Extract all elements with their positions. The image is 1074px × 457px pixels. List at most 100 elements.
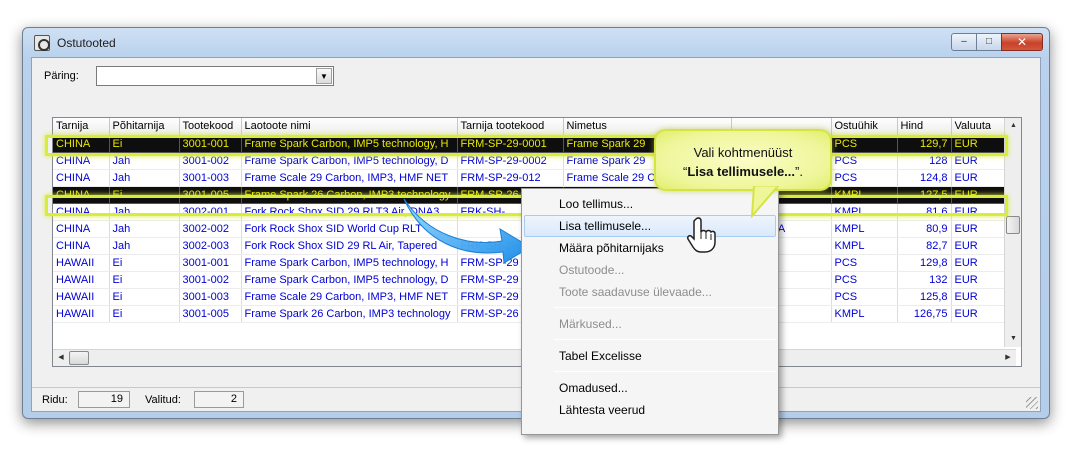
query-combo[interactable]: ▼ — [96, 66, 334, 86]
table-cell: FRM-SP-29-012 — [457, 169, 564, 187]
table-cell: Jah — [109, 152, 180, 170]
table-cell: EUR — [951, 220, 1007, 238]
menu-item[interactable]: Lisa tellimusele... — [524, 215, 776, 237]
table-cell: 125,8 — [897, 288, 952, 306]
table-cell: Ei — [109, 254, 180, 272]
table-cell: 82,7 — [897, 237, 952, 255]
table-cell: HAWAII — [53, 288, 110, 306]
menu-item[interactable]: Lähtesta veerud — [524, 399, 776, 421]
column-header[interactable]: Põhitarnija — [109, 118, 180, 136]
rows-count: 19 — [78, 391, 130, 408]
menu-item[interactable]: Ostutoode... — [524, 259, 776, 281]
table-cell: Ei — [109, 271, 180, 289]
scroll-up-icon[interactable]: ▲ — [1005, 118, 1021, 134]
selected-count: 2 — [194, 391, 244, 408]
table-cell: 129,8 — [897, 254, 952, 272]
table-cell: Jah — [109, 203, 180, 221]
table-cell: Ei — [109, 186, 180, 204]
table-cell: Frame Scale 29 Carbon, IMP3, HMF NET — [241, 169, 458, 187]
table-row[interactable]: CHINA Ei 3001-001 Frame Spark Carbon, IMP5 … — [53, 135, 1007, 153]
menu-item[interactable]: Toote saadavuse ülevaade... — [524, 281, 776, 303]
table-cell: Frame Spark Carbon, IMP5 technology, D — [241, 271, 458, 289]
selected-label: Valitud: — [145, 394, 181, 406]
column-header[interactable]: Tarnija tootekood — [457, 118, 564, 136]
table-cell: 128 — [897, 152, 952, 170]
table-cell: 3001-001 — [179, 254, 242, 272]
hand-pointer-icon — [687, 217, 716, 253]
table-cell: Frame Scale 29 Carbon, IMP3, HMF NET — [241, 288, 458, 306]
table-cell: EUR — [951, 203, 1007, 221]
vertical-scroll-thumb[interactable] — [1006, 216, 1020, 234]
table-cell: CHINA — [53, 152, 110, 170]
table-cell: CHINA — [53, 203, 110, 221]
table-cell: PCS — [831, 135, 898, 153]
column-header[interactable]: Tarnija — [53, 118, 110, 136]
table-cell: HAWAII — [53, 271, 110, 289]
table-cell: CHINA — [53, 186, 110, 204]
table-cell: HAWAII — [53, 305, 110, 323]
instruction-callout: Vali kohtmenüüst “Lisa tellimusele...”. — [654, 129, 832, 191]
chevron-down-icon[interactable]: ▼ — [316, 68, 332, 84]
table-cell: Jah — [109, 237, 180, 255]
table-cell: 80,9 — [897, 220, 952, 238]
window-controls: – □ ✕ — [951, 33, 1043, 51]
table-cell: 3002-003 — [179, 237, 242, 255]
table-cell: 3002-001 — [179, 203, 242, 221]
column-header[interactable]: Tootekood — [179, 118, 242, 136]
scroll-right-icon[interactable]: ▶ — [1000, 350, 1016, 366]
menu-item[interactable]: Määra põhitarnijaks — [524, 237, 776, 259]
vertical-scrollbar[interactable]: ▲ ▼ — [1004, 118, 1021, 347]
table-cell: CHINA — [53, 135, 110, 153]
table-cell: KMPL — [831, 186, 898, 204]
table-cell: Jah — [109, 220, 180, 238]
table-cell: Ei — [109, 305, 180, 323]
rows-label: Ridu: — [42, 394, 68, 406]
table-cell: Jah — [109, 169, 180, 187]
scroll-down-icon[interactable]: ▼ — [1005, 331, 1021, 347]
table-cell: Ei — [109, 135, 180, 153]
menu-item[interactable]: Omadused... — [524, 377, 776, 399]
table-cell: EUR — [951, 271, 1007, 289]
menu-separator — [554, 339, 776, 340]
minimize-button[interactable]: – — [951, 33, 977, 51]
menu-separator — [554, 307, 776, 308]
resize-grip-icon[interactable] — [1026, 397, 1038, 409]
callout-bold-text: Lisa tellimusele... — [687, 164, 796, 179]
table-row[interactable]: CHINA Jah 3001-002 Frame Spark Carbon, IMP5… — [53, 152, 1007, 170]
maximize-button[interactable]: □ — [976, 33, 1002, 51]
table-cell: 3001-003 — [179, 288, 242, 306]
table-cell: KMPL — [831, 220, 898, 238]
callout-line-1: Vali kohtmenüüst — [693, 145, 793, 160]
menu-item[interactable]: Märkused... — [524, 313, 776, 335]
table-cell: 3001-003 — [179, 169, 242, 187]
table-cell: EUR — [951, 254, 1007, 272]
blue-curved-arrow-icon — [403, 198, 531, 264]
column-header[interactable]: Ostuühik — [831, 118, 898, 136]
table-cell: EUR — [951, 152, 1007, 170]
column-header[interactable]: Hind — [897, 118, 952, 136]
column-header[interactable]: Valuuta — [951, 118, 1007, 136]
table-cell: 3001-002 — [179, 152, 242, 170]
table-cell: HAWAII — [53, 254, 110, 272]
window-title: Ostutooted — [57, 36, 116, 50]
horizontal-scroll-thumb[interactable] — [69, 351, 89, 365]
scroll-left-icon[interactable]: ◀ — [53, 350, 69, 366]
column-header[interactable]: Laotoote nimi — [241, 118, 458, 136]
callout-quote-close: ”. — [795, 164, 803, 179]
close-button[interactable]: ✕ — [1001, 33, 1043, 51]
query-label: Päring: — [44, 70, 79, 82]
callout-line-2: “Lisa tellimusele...”. — [656, 162, 830, 181]
table-cell: PCS — [831, 169, 898, 187]
table-cell: 3001-002 — [179, 271, 242, 289]
grid-header: Tarnija Põhitarnija Tootekood Laotoote nimi… — [53, 118, 1007, 136]
menu-separator — [554, 371, 776, 372]
table-cell: PCS — [831, 288, 898, 306]
menu-item[interactable]: Tabel Excelisse — [524, 345, 776, 367]
menu-item[interactable]: Loo tellimus... — [524, 193, 776, 215]
context-menu: Loo tellimus... Lisa tellimusele... Määra … — [521, 188, 779, 435]
table-cell: Frame Spark Carbon, IMP5 technology, D — [241, 152, 458, 170]
table-cell: PCS — [831, 152, 898, 170]
table-cell: PCS — [831, 271, 898, 289]
table-row[interactable]: CHINA Jah 3001-003 Frame Scale 29 Carbon, I… — [53, 169, 1007, 187]
title-bar[interactable]: Ostutooted – □ ✕ — [23, 28, 1049, 56]
